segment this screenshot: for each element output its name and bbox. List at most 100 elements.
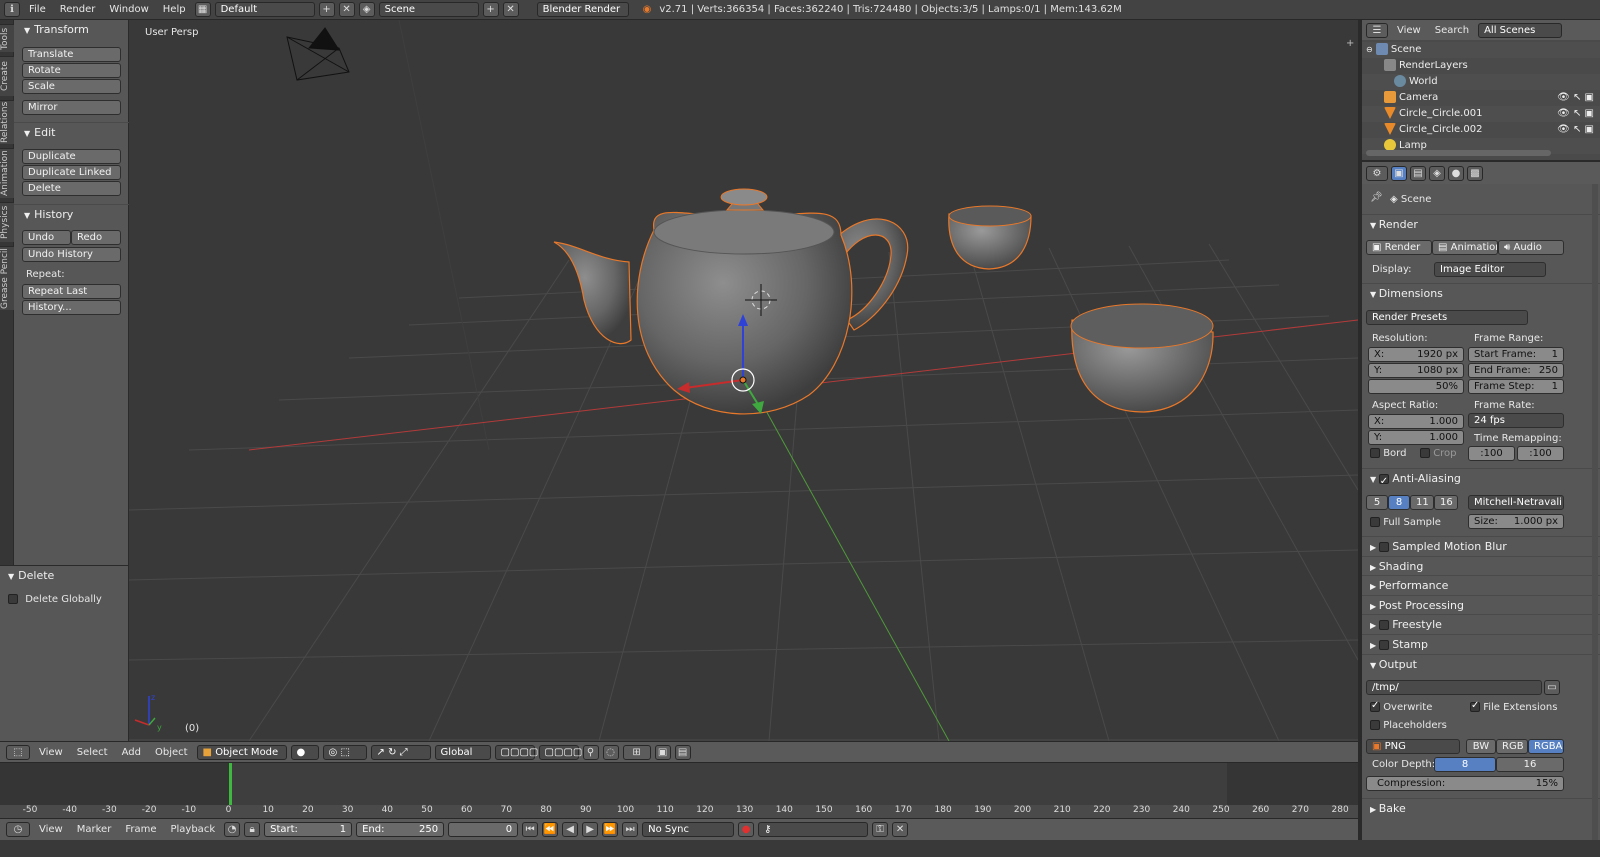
placeholders-toggle[interactable]: Placeholders	[1370, 720, 1447, 731]
history-panel-header[interactable]: ▼ History	[14, 204, 129, 224]
stamp-checkbox[interactable]	[1378, 640, 1389, 650]
file-format-dropdown[interactable]: ▣ PNG	[1366, 739, 1460, 754]
color-depth-16[interactable]: 16	[1496, 757, 1564, 772]
translate-button[interactable]: Translate	[22, 47, 121, 62]
editor-type-icon[interactable]: ⬚	[6, 744, 30, 760]
sync-dropdown[interactable]: No Sync	[642, 822, 735, 837]
shading-dropdown[interactable]: ●	[290, 744, 319, 760]
render-section-header[interactable]: ▼ Render	[1362, 214, 1600, 234]
layout-field[interactable]: Default	[214, 2, 315, 17]
freestyle-section-header[interactable]: ▶ Freestyle	[1362, 614, 1600, 634]
add-layout-icon[interactable]: +	[318, 2, 335, 17]
remap-new-field[interactable]: :100	[1517, 446, 1564, 461]
undo-history-button[interactable]: Undo History	[22, 247, 121, 262]
audio-button[interactable]: 🔊︎ Audio	[1498, 240, 1564, 255]
timeline-ruler[interactable]: -50 -40 -30 -20 -10 0 10 20 30 40 50 60 70 80 90 100 110…	[0, 805, 1358, 818]
resolution-percentage-field[interactable]: 50%	[1368, 379, 1464, 394]
tab-render-icon[interactable]: ▣	[1391, 165, 1407, 181]
repeat-last-button[interactable]: Repeat Last	[22, 284, 121, 299]
file-extensions-checkbox[interactable]	[1470, 700, 1480, 712]
placeholders-checkbox[interactable]	[1370, 720, 1380, 730]
pivot-dropdown[interactable]: ◎ ⬚	[322, 744, 367, 760]
anti-aliasing-section-header[interactable]: ▼ Anti-Aliasing	[1362, 468, 1600, 492]
remap-old-field[interactable]: :100	[1468, 446, 1515, 461]
manipulator-toggles[interactable]: ↗ ↻ ⤢	[370, 744, 431, 760]
menu-window[interactable]: Window	[104, 4, 153, 15]
start-frame-field[interactable]: Start: 1	[264, 822, 353, 837]
prev-key-icon[interactable]: ⏪	[542, 822, 559, 837]
undo-button[interactable]: Undo	[22, 230, 71, 245]
remove-layout-icon[interactable]: ✕	[338, 2, 355, 17]
redo-button[interactable]: Redo	[71, 230, 121, 245]
layers-a[interactable]: ▢▢▢▢▢	[494, 744, 548, 760]
border-checkbox[interactable]	[1370, 448, 1380, 458]
render-button[interactable]: ▣ Render	[1366, 240, 1432, 255]
output-path-field[interactable]: /tmp/	[1366, 680, 1542, 695]
crop-checkbox[interactable]	[1420, 448, 1430, 458]
timeline-menu-frame[interactable]: Frame	[120, 824, 161, 835]
history-button[interactable]: History...	[22, 300, 121, 315]
aa-samples-16[interactable]: 16	[1434, 495, 1458, 510]
aa-filter-dropdown[interactable]: Mitchell-Netravali	[1468, 495, 1564, 510]
delete-globally-row[interactable]: Delete Globally	[8, 594, 102, 605]
lock-layers-icon[interactable]: ⚲	[582, 744, 599, 760]
outliner-row-camera[interactable]: Camera 👁︎ ↖ ▣	[1362, 90, 1600, 106]
render-engine-dropdown[interactable]: Blender Render	[536, 2, 629, 17]
dimensions-section-header[interactable]: ▼ Dimensions	[1362, 283, 1600, 303]
menu-select[interactable]: Select	[72, 747, 113, 758]
timeline-editor-icon[interactable]: ◷	[6, 822, 30, 837]
aa-samples-11[interactable]: 11	[1410, 495, 1434, 510]
freestyle-checkbox[interactable]	[1378, 620, 1389, 630]
menu-render[interactable]: Render	[55, 4, 101, 15]
color-rgba-button[interactable]: RGBA	[1528, 739, 1564, 754]
outliner-row-circle-002[interactable]: Circle_Circle.002 👁︎ ↖ ▣	[1362, 122, 1600, 138]
tab-tools[interactable]: Tools	[0, 24, 14, 52]
overwrite-checkbox[interactable]	[1370, 700, 1380, 712]
remove-scene-icon[interactable]: ✕	[502, 2, 519, 17]
mirror-button[interactable]: Mirror	[22, 100, 121, 115]
motion-blur-checkbox[interactable]	[1378, 542, 1389, 552]
aa-size-field[interactable]: Size: 1.000 px	[1468, 514, 1564, 529]
area-split-icon[interactable]: +	[1346, 38, 1354, 49]
duplicate-linked-button[interactable]: Duplicate Linked	[22, 165, 121, 180]
full-sample-checkbox[interactable]	[1370, 517, 1380, 527]
record-icon[interactable]: ●	[738, 822, 755, 837]
menu-add[interactable]: Add	[117, 747, 146, 758]
aspect-y-field[interactable]: Y: 1.000	[1368, 430, 1464, 445]
menu-object[interactable]: Object	[150, 747, 193, 758]
edit-panel-header[interactable]: ▼ Edit	[14, 122, 129, 142]
scene-field[interactable]: Scene	[378, 2, 479, 17]
anti-aliasing-checkbox[interactable]	[1378, 472, 1389, 492]
proportional-edit-icon[interactable]: ◌	[602, 744, 619, 760]
timeline-menu-view[interactable]: View	[34, 824, 68, 835]
current-frame-marker[interactable]	[229, 763, 232, 807]
use-preview-range-icon[interactable]: ◔	[224, 822, 241, 837]
tab-world-icon[interactable]: ●	[1448, 165, 1464, 181]
current-frame-field[interactable]: 0	[448, 822, 519, 837]
delete-keyframe-icon[interactable]: ✕	[892, 822, 909, 837]
aspect-x-field[interactable]: X: 1.000	[1368, 414, 1464, 429]
properties-editor-icon[interactable]: ⚙	[1366, 165, 1388, 181]
outliner-row-world[interactable]: World	[1362, 74, 1600, 90]
outliner-row-scene[interactable]: ⊖ Scene	[1362, 42, 1600, 58]
duplicate-button[interactable]: Duplicate	[22, 149, 121, 164]
shading-section-header[interactable]: ▶ Shading	[1362, 556, 1600, 576]
outliner-row-circle-001[interactable]: Circle_Circle.001 👁︎ ↖ ▣	[1362, 106, 1600, 122]
tab-grease-pencil[interactable]: Grease Pencil	[0, 246, 14, 310]
outliner-row-renderlayers[interactable]: RenderLayers	[1362, 58, 1600, 74]
visibility-icons[interactable]: 👁︎ ↖ ▣	[1557, 106, 1594, 122]
frame-rate-dropdown[interactable]: 24 fps	[1468, 413, 1564, 428]
snap-icon[interactable]: ⊞	[622, 744, 651, 760]
delete-globally-checkbox[interactable]	[8, 594, 18, 604]
delete-operator-header[interactable]: ▼ Delete	[0, 566, 128, 586]
render-presets-dropdown[interactable]: Render Presets	[1366, 310, 1528, 325]
next-key-icon[interactable]: ⏩	[602, 822, 619, 837]
scene-icon[interactable]: ◈	[358, 2, 375, 17]
timeline-menu-marker[interactable]: Marker	[72, 824, 117, 835]
overwrite-toggle[interactable]: Overwrite	[1370, 700, 1432, 713]
jump-start-icon[interactable]: ⏮	[522, 822, 539, 837]
mode-dropdown[interactable]: ■ Object Mode	[196, 744, 287, 760]
tab-texture-icon[interactable]: ▩	[1467, 165, 1483, 181]
render-anim-icon[interactable]: ▤	[674, 744, 691, 760]
insert-keyframe-icon[interactable]: ⚿	[872, 822, 889, 837]
